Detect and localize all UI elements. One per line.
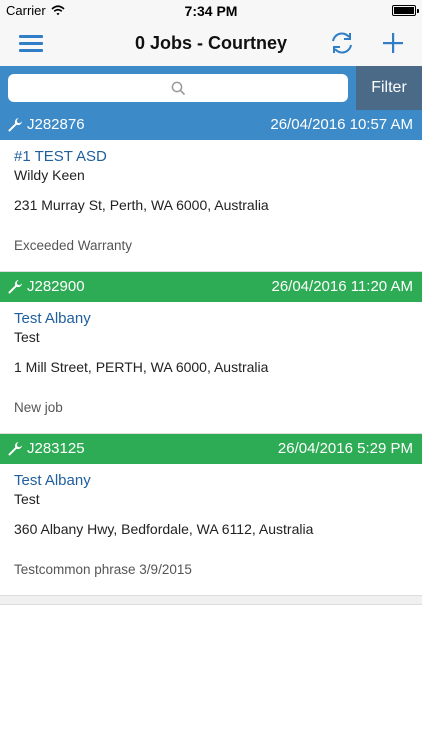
jobs-list: J282876 26/04/2016 10:57 AM #1 TEST ASD … — [0, 110, 422, 605]
job-customer: Wildy Keen — [14, 167, 85, 183]
list-footer — [0, 596, 422, 605]
job-header: J282876 26/04/2016 10:57 AM — [0, 110, 422, 140]
wrench-icon — [8, 280, 22, 294]
page-title: 0 Jobs - Courtney — [134, 33, 288, 53]
job-details: Test Albany Test 1 Mill Street, PERTH, W… — [0, 302, 422, 434]
job-id: J282900 — [27, 278, 85, 295]
job-note: Exceeded Warranty — [14, 238, 133, 253]
job-date: 26/04/2016 10:57 AM — [270, 116, 413, 133]
plus-icon — [383, 33, 403, 53]
clock: 7:34 PM — [184, 3, 238, 19]
job-address: 231 Murray St, Perth, WA 6000, Australia — [14, 197, 269, 213]
job-card[interactable]: J282900 26/04/2016 11:20 AM Test Albany … — [0, 272, 422, 434]
job-customer: Test — [14, 329, 40, 345]
job-title: #1 TEST ASD — [14, 148, 107, 165]
job-note: Testcommon phrase 3/9/2015 — [14, 562, 192, 577]
add-job-button[interactable] — [381, 31, 405, 55]
refresh-button[interactable] — [329, 30, 355, 56]
job-details: #1 TEST ASD Wildy Keen 231 Murray St, Pe… — [0, 140, 422, 272]
job-customer: Test — [14, 491, 40, 507]
battery-icon — [392, 5, 419, 16]
refresh-icon — [332, 32, 352, 54]
job-address: 360 Albany Hwy, Bedfordale, WA 6112, Aus… — [14, 521, 314, 537]
wrench-icon — [8, 442, 22, 456]
job-id: J282876 — [27, 116, 85, 133]
wrench-icon — [8, 118, 22, 132]
job-card[interactable]: J282876 26/04/2016 10:57 AM #1 TEST ASD … — [0, 110, 422, 272]
navigation-bar: 0 Jobs - Courtney — [0, 22, 422, 66]
job-note: New job — [14, 400, 63, 415]
job-address: 1 Mill Street, PERTH, WA 6000, Australia — [14, 359, 269, 375]
job-header: J282900 26/04/2016 11:20 AM — [0, 272, 422, 302]
job-title: Test Albany — [14, 472, 91, 489]
status-bar: Carrier 7:34 PM — [0, 0, 422, 22]
search-bar: Filter — [0, 66, 422, 110]
job-date: 26/04/2016 11:20 AM — [271, 278, 413, 295]
filter-button[interactable]: Filter — [356, 66, 422, 110]
search-field-container — [8, 74, 348, 102]
job-details: Test Albany Test 360 Albany Hwy, Bedford… — [0, 464, 422, 596]
job-id: J283125 — [27, 440, 85, 457]
job-card[interactable]: J283125 26/04/2016 5:29 PM Test Albany T… — [0, 434, 422, 596]
job-date: 26/04/2016 5:29 PM — [277, 440, 413, 457]
job-header: J283125 26/04/2016 5:29 PM — [0, 434, 422, 464]
search-input[interactable] — [8, 74, 348, 102]
job-title: Test Albany — [14, 310, 91, 327]
